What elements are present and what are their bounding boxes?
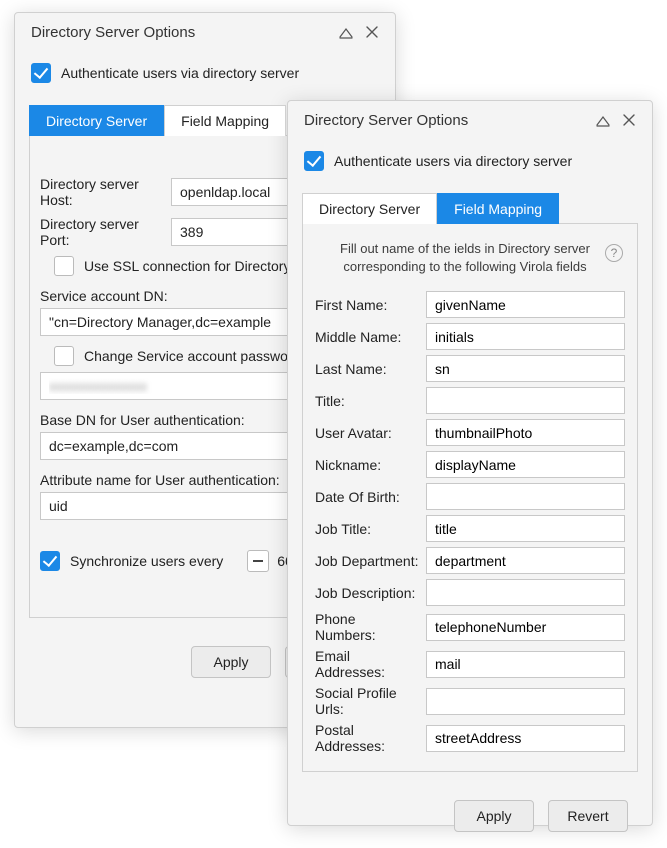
synchronize-checkbox[interactable] <box>40 551 60 571</box>
field-input[interactable] <box>426 515 625 542</box>
authenticate-checkbox[interactable] <box>304 151 324 171</box>
field-label: Middle Name: <box>315 329 426 345</box>
authenticate-label: Authenticate users via directory server <box>61 65 299 81</box>
field-label: Postal Addresses: <box>315 722 426 754</box>
field-input[interactable] <box>426 547 625 574</box>
field-input[interactable] <box>426 451 625 478</box>
field-input[interactable] <box>426 419 625 446</box>
field-mapping-row: First Name: <box>315 291 625 318</box>
field-input[interactable] <box>426 651 625 678</box>
field-label: Last Name: <box>315 361 426 377</box>
field-mapping-row: Middle Name: <box>315 323 625 350</box>
sync-stepper-decrement[interactable] <box>247 550 269 572</box>
titlebar: Directory Server Options <box>288 101 652 139</box>
field-input[interactable] <box>426 387 625 414</box>
field-input[interactable] <box>426 291 625 318</box>
field-mapping-row: User Avatar: <box>315 419 625 446</box>
field-mapping-row: Job Description: <box>315 579 625 606</box>
authenticate-checkbox-row: Authenticate users via directory server <box>15 51 395 105</box>
maximize-icon[interactable] <box>594 111 612 129</box>
port-label: Directory server Port: <box>40 216 171 248</box>
tab-field-mapping[interactable]: Field Mapping <box>164 105 286 136</box>
authenticate-checkbox-row: Authenticate users via directory server <box>288 139 652 193</box>
field-input[interactable] <box>426 323 625 350</box>
field-mapping-row: Job Title: <box>315 515 625 542</box>
ssl-checkbox[interactable] <box>54 256 74 276</box>
host-label: Directory server Host: <box>40 176 171 208</box>
field-label: Job Department: <box>315 553 426 569</box>
close-icon[interactable] <box>363 23 381 41</box>
field-input[interactable] <box>426 355 625 382</box>
maximize-icon[interactable] <box>337 23 355 41</box>
synchronize-label: Synchronize users every <box>70 553 223 569</box>
field-label: Email Addresses: <box>315 648 426 680</box>
field-label: Nickname: <box>315 457 426 473</box>
field-mapping-hint: Fill out name of the ields in Directory … <box>325 240 605 275</box>
apply-button[interactable]: Apply <box>454 800 534 832</box>
help-icon[interactable]: ? <box>605 244 623 262</box>
window-title: Directory Server Options <box>304 112 586 129</box>
tab-directory-server[interactable]: Directory Server <box>302 193 437 224</box>
revert-button[interactable]: Revert <box>548 800 628 832</box>
field-mapping-row: Date Of Birth: <box>315 483 625 510</box>
field-label: Phone Numbers: <box>315 611 426 643</box>
field-label: User Avatar: <box>315 425 426 441</box>
field-mapping-row: Postal Addresses: <box>315 722 625 754</box>
change-password-checkbox[interactable] <box>54 346 74 366</box>
field-input[interactable] <box>426 483 625 510</box>
field-mapping-row: Email Addresses: <box>315 648 625 680</box>
field-label: Social Profile Urls: <box>315 685 426 717</box>
authenticate-checkbox[interactable] <box>31 63 51 83</box>
titlebar: Directory Server Options <box>15 13 395 51</box>
tab-pane-field-mapping: Fill out name of the ields in Directory … <box>302 224 638 772</box>
field-label: First Name: <box>315 297 426 313</box>
field-input[interactable] <box>426 614 625 641</box>
tab-bar: Directory Server Field Mapping <box>288 193 652 224</box>
field-input[interactable] <box>426 688 625 715</box>
field-mapping-row: Social Profile Urls: <box>315 685 625 717</box>
field-label: Title: <box>315 393 426 409</box>
apply-button[interactable]: Apply <box>191 646 271 678</box>
field-label: Job Title: <box>315 521 426 537</box>
change-password-label: Change Service account password <box>84 348 300 364</box>
field-mapping-row: Nickname: <box>315 451 625 478</box>
field-mapping-row: Phone Numbers: <box>315 611 625 643</box>
authenticate-label: Authenticate users via directory server <box>334 153 572 169</box>
field-mapping-row: Job Department: <box>315 547 625 574</box>
field-mapping-row: Last Name: <box>315 355 625 382</box>
field-label: Job Description: <box>315 585 426 601</box>
dialog-field-mapping: Directory Server Options Authenticate us… <box>287 100 653 826</box>
close-icon[interactable] <box>620 111 638 129</box>
window-title: Directory Server Options <box>31 24 329 41</box>
field-mapping-list: First Name: Middle Name: Last Name: Title: U… <box>315 291 625 754</box>
tab-field-mapping[interactable]: Field Mapping <box>437 193 559 224</box>
field-mapping-row: Title: <box>315 387 625 414</box>
field-label: Date Of Birth: <box>315 489 426 505</box>
field-input[interactable] <box>426 579 625 606</box>
field-input[interactable] <box>426 725 625 752</box>
tab-directory-server[interactable]: Directory Server <box>29 105 164 136</box>
